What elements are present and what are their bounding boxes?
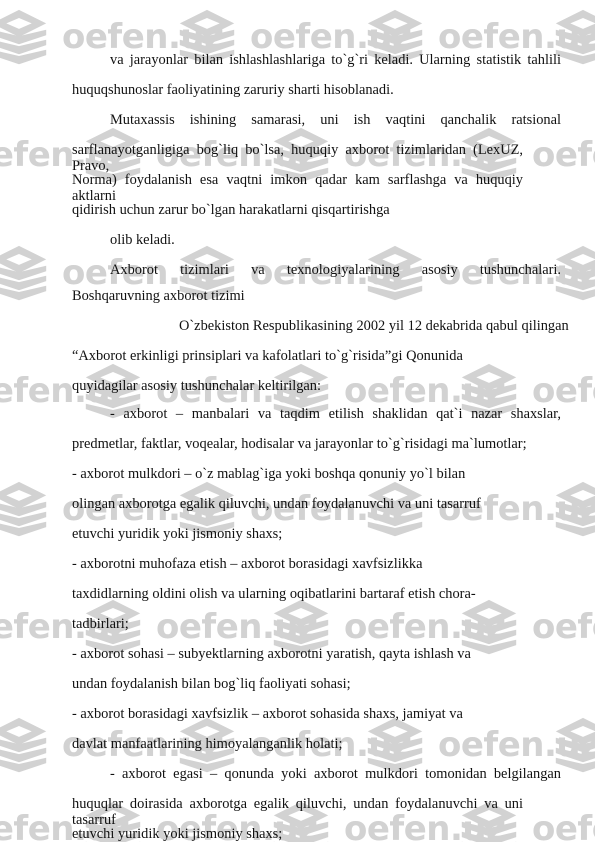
text-line: qidirish uchun zarur bo`lgan harakatlarn… xyxy=(72,202,390,218)
text-line: - axborot – manbalari va taqdim etilish … xyxy=(110,406,561,422)
text-line: etuvchi yuridik yoki jismoniy shaxs; xyxy=(72,526,283,542)
text-line: va jarayonlar bilan ishlashlashlariga to… xyxy=(110,52,561,68)
text-line: - axborot borasidagi xavfsizlik – axboro… xyxy=(72,706,463,722)
text-line: undan foydalanish bilan bog`liq faoliyat… xyxy=(72,676,351,692)
text-line: huquqshunoslar faoliyatining zaruriy sha… xyxy=(72,82,394,98)
text-line: - axborot mulkdori – o`z mablag`iga yoki… xyxy=(72,466,466,482)
text-line: olib keladi. xyxy=(110,232,175,248)
text-line: - axborot egasi – qonunda yoki axborot m… xyxy=(110,766,561,782)
text-line: sarflanayotganligiga bog`liq bo`lsa, huq… xyxy=(72,142,523,174)
text-line: etuvchi yuridik yoki jismoniy shaxs; xyxy=(72,826,283,842)
text-line: taxdidlarning oldini olish va ularning o… xyxy=(72,586,476,602)
text-line: huquqlar doirasida axborotga egalik qilu… xyxy=(72,796,523,828)
text-line: “Axborot erkinligi prinsiplari va kafola… xyxy=(72,348,463,364)
text-line: Axborot tizimlari va texnologiyalarining… xyxy=(110,262,561,278)
text-line: - axborotni muhofaza etish – axborot bor… xyxy=(72,556,423,572)
text-line: - axborot sohasi – subyektlarning axboro… xyxy=(72,646,471,662)
text-line: davlat manfaatlarining himoyalanganlik h… xyxy=(72,736,343,752)
text-line: Norma) foydalanish esa vaqtni imkon qada… xyxy=(72,172,523,204)
text-line: quyidagilar asosiy tushunchalar keltiril… xyxy=(72,378,321,394)
text-line: Boshqaruvning axborot tizimi xyxy=(72,288,245,304)
text-line: Mutaxassis ishining samarasi, uni ish va… xyxy=(110,112,561,128)
text-line: predmetlar, faktlar, voqealar, hodisalar… xyxy=(72,436,527,452)
text-line: O`zbekiston Respublikasining 2002 yil 12… xyxy=(179,318,569,334)
text-line: olingan axborotga egalik qiluvchi, undan… xyxy=(72,496,481,512)
document-body: va jarayonlar bilan ishlashlashlariga to… xyxy=(0,0,595,842)
document-page: oefen.uz oefen.uz oefen.uz efen.uz oefen… xyxy=(0,0,595,842)
text-line: tadbirlari; xyxy=(72,616,129,632)
